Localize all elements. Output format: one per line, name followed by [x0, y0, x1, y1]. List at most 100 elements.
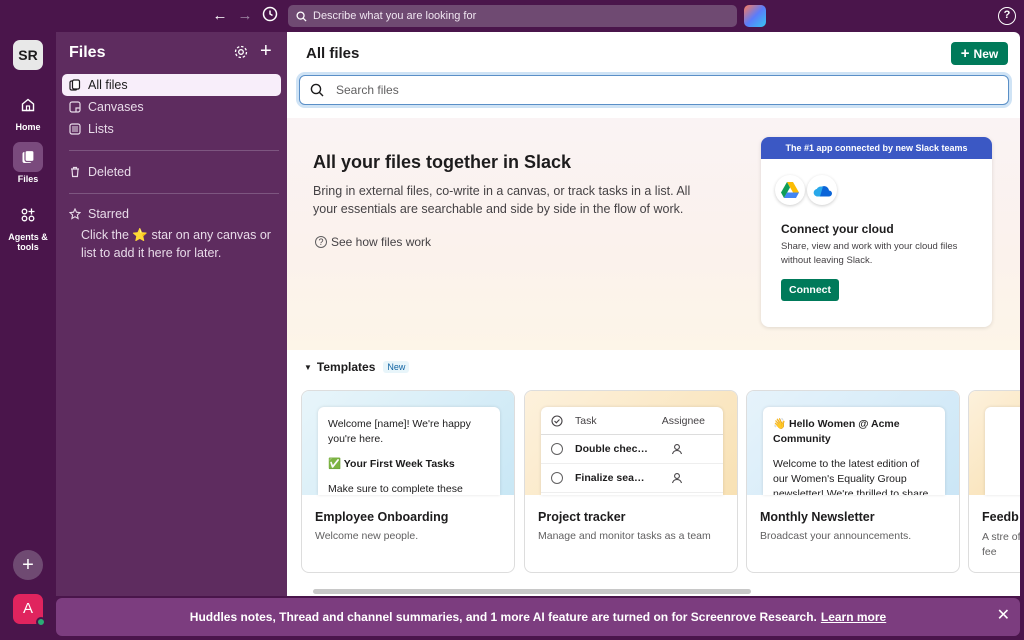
- page-title: All files: [306, 45, 360, 62]
- sidebar-item-starred[interactable]: Starred: [62, 203, 281, 225]
- files-icon: [13, 142, 43, 172]
- rail-home-label: Home: [15, 122, 41, 132]
- task-table-preview: Task Assignee Double chec… Finalize sea…: [541, 407, 723, 495]
- search-files-input[interactable]: [336, 83, 936, 97]
- search-icon: [310, 83, 324, 97]
- caret-down-icon: ▼: [304, 362, 312, 372]
- rail-agents-label: Agents & tools: [8, 232, 48, 252]
- empty-circle-icon: [551, 472, 563, 484]
- sidebar-item-label: All files: [88, 78, 128, 92]
- main-panel: All files + New All your files together …: [287, 32, 1020, 596]
- back-arrow-icon[interactable]: ←: [210, 6, 230, 26]
- sidebar-item-label: Starred: [88, 207, 129, 221]
- new-badge: New: [383, 361, 410, 373]
- table-row: Finalize sea…: [541, 464, 723, 493]
- close-icon[interactable]: ✕: [997, 608, 1010, 624]
- home-icon: [13, 90, 43, 120]
- assignee-column-header: Assignee: [661, 414, 705, 427]
- star-outline-icon: [69, 208, 81, 220]
- template-description: A stre of fee: [982, 531, 1020, 558]
- star-emoji-icon: ⭐: [132, 228, 148, 242]
- new-file-button[interactable]: + New: [951, 42, 1008, 65]
- sidebar-item-all-files[interactable]: All files: [62, 74, 281, 96]
- connect-cloud-card: The #1 app connected by new Slack teams …: [761, 137, 992, 327]
- ai-app-icon[interactable]: [744, 5, 766, 27]
- sidebar-title: Files: [69, 44, 106, 61]
- person-icon: [671, 444, 683, 455]
- sidebar-item-label: Deleted: [88, 165, 132, 179]
- learn-more-link[interactable]: Learn more: [821, 610, 886, 624]
- template-description: Welcome new people.: [315, 530, 419, 542]
- template-name: Feedb: [982, 510, 1019, 524]
- rail-home[interactable]: Home: [0, 90, 56, 132]
- horizontal-scrollbar[interactable]: [313, 589, 751, 594]
- sidebar-item-lists[interactable]: Lists: [62, 118, 281, 140]
- search-icon: [296, 10, 307, 22]
- rail-agents[interactable]: Agents & tools: [0, 200, 56, 252]
- agents-icon: [13, 200, 43, 230]
- online-status-dot: [36, 617, 46, 627]
- preview-line: ✅ Your First Week Tasks: [328, 458, 455, 470]
- table-row: Double chec…: [541, 435, 723, 464]
- template-preview: Welcome [name]! We're happy you're here.…: [302, 391, 514, 495]
- top-search-placeholder: Describe what you are looking for: [313, 10, 477, 22]
- template-name: Project tracker: [538, 510, 626, 524]
- workspace-rail: SR Home Files Agents & tools + A: [0, 32, 56, 640]
- list-icon: [69, 123, 81, 135]
- templates-header[interactable]: ▼ Templates New: [304, 360, 410, 374]
- workspace-avatar[interactable]: SR: [13, 40, 43, 70]
- canvas-icon: [69, 101, 81, 113]
- template-preview: 👋 Hello Women @ Acme Community Welcome t…: [747, 391, 959, 495]
- top-search-bar[interactable]: Describe what you are looking for: [288, 5, 737, 27]
- template-description: Broadcast your announcements.: [760, 530, 912, 542]
- template-preview: Task Assignee Double chec… Finalize sea…: [525, 391, 737, 495]
- template-card-monthly-newsletter[interactable]: 👋 Hello Women @ Acme Community Welcome t…: [746, 390, 960, 573]
- user-avatar-initial: A: [22, 600, 33, 617]
- preview-line: 👋 Hello Women @ Acme Community: [773, 418, 900, 445]
- rail-files-label: Files: [17, 174, 39, 184]
- template-name: Monthly Newsletter: [760, 510, 875, 524]
- template-card-employee-onboarding[interactable]: Welcome [name]! We're happy you're here.…: [301, 390, 515, 573]
- settings-gear-icon[interactable]: [233, 44, 249, 65]
- forward-arrow-icon[interactable]: →: [235, 6, 255, 26]
- help-icon[interactable]: ?: [998, 7, 1016, 25]
- templates-label: Templates: [316, 360, 376, 374]
- template-preview: [969, 391, 1020, 495]
- preview-line: Welcome [name]! We're happy you're here.: [328, 418, 471, 445]
- history-icon[interactable]: [260, 6, 280, 26]
- sidebar-item-label: Canvases: [88, 100, 144, 114]
- cloud-card-description: Share, view and work with your cloud fil…: [781, 241, 958, 266]
- hero-title: All your files together in Slack: [313, 152, 572, 172]
- sidebar-item-deleted[interactable]: Deleted: [62, 161, 281, 183]
- add-workspace-button[interactable]: +: [13, 550, 43, 580]
- empty-circle-icon: [551, 443, 563, 455]
- template-description: Manage and monitor tasks as a team: [538, 530, 711, 542]
- new-file-plus-icon[interactable]: +: [260, 41, 272, 61]
- user-avatar[interactable]: A: [13, 594, 46, 627]
- plus-icon: +: [960, 45, 970, 62]
- sidebar-divider: [69, 150, 279, 151]
- template-card-project-tracker[interactable]: Task Assignee Double chec… Finalize sea……: [524, 390, 738, 573]
- sidebar-divider: [69, 193, 279, 194]
- preview-line: Welcome to the latest edition of our Wom…: [773, 458, 929, 495]
- connect-button[interactable]: Connect: [781, 279, 839, 301]
- files-sidebar: Files + All files Canvases Lists Deleted…: [56, 32, 287, 596]
- template-card-feedback[interactable]: Feedb A stre of fee: [968, 390, 1020, 573]
- hero-link-label: See how files work: [331, 235, 432, 249]
- starred-hint-pre: Click the: [81, 228, 133, 242]
- top-bar: ← → Describe what you are looking for ?: [0, 0, 1024, 32]
- cloud-card-title: Connect your cloud: [781, 222, 894, 236]
- see-how-files-work-link[interactable]: ? See how files work: [315, 235, 431, 249]
- task-name: Finalize sea…: [575, 472, 645, 484]
- person-icon: [671, 473, 683, 484]
- files-search-box[interactable]: [299, 75, 1009, 105]
- cloud-card-header: The #1 app connected by new Slack teams: [761, 137, 992, 159]
- sidebar-item-canvases[interactable]: Canvases: [62, 96, 281, 118]
- rail-files[interactable]: Files: [0, 142, 56, 184]
- google-drive-icon: [775, 175, 805, 205]
- template-name: Employee Onboarding: [315, 510, 449, 524]
- task-column-header: Task: [575, 414, 597, 427]
- trash-icon: [71, 166, 79, 178]
- question-circle-icon: ?: [315, 236, 327, 248]
- onedrive-icon: [807, 175, 837, 205]
